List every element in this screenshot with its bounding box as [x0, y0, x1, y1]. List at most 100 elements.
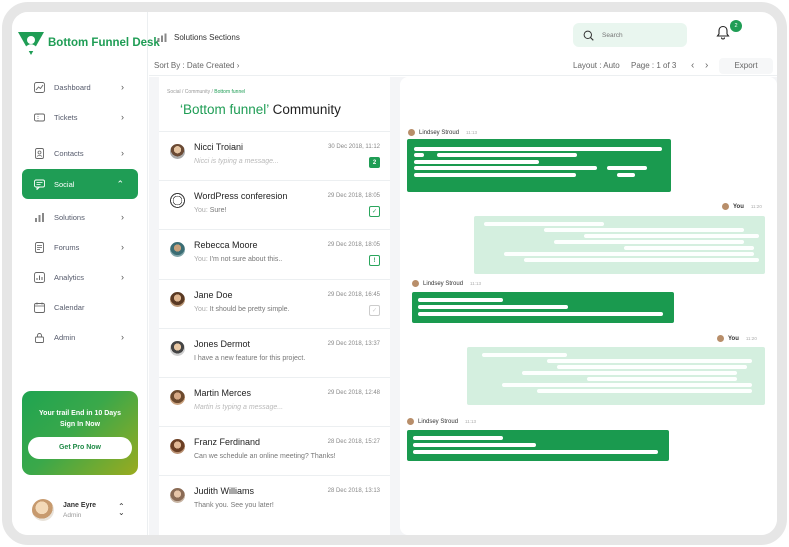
message-text: Thank you. See you later! — [194, 502, 274, 510]
conversation-row[interactable]: Martin Merces 29 Dec 2018, 12:48 Martin is… — [159, 376, 390, 426]
message-sender: You 11:20 — [717, 335, 757, 342]
message-sender: Lindsey Stroud 11:13 — [412, 280, 481, 287]
message-bubble — [467, 347, 765, 405]
search-box[interactable] — [573, 23, 687, 47]
breadcrumb-social[interactable]: Social — [167, 89, 181, 95]
conversation-date: 30 Dec 2018, 11:12 — [328, 144, 380, 150]
app-name: Bottom Funnel Desk — [48, 37, 160, 49]
message-time: 11:13 — [470, 281, 481, 286]
contacts-icon — [34, 147, 45, 159]
conversation-preview: You: I'm not sure about this.. — [194, 256, 282, 263]
chevron-up-icon: ⌃ — [116, 179, 124, 189]
chevron-right-icon: › — [121, 112, 124, 122]
message-text-line — [607, 166, 647, 170]
funnel-logo-icon — [18, 32, 44, 55]
sidebar-item-admin[interactable]: Admin › — [22, 322, 138, 352]
message-text: Can we schedule an online meeting? Thank… — [194, 453, 336, 461]
message-text-line — [413, 450, 658, 454]
sidebar-item-contacts[interactable]: Contacts › — [22, 138, 138, 168]
calendar-icon — [34, 302, 45, 313]
chevron-right-icon: › — [121, 148, 124, 158]
user-name: Jane Eyre — [63, 501, 97, 509]
sidebar-item-forums[interactable]: Forums › — [22, 232, 138, 262]
message-text-line — [624, 246, 754, 250]
chevron-right-icon: › — [121, 212, 124, 222]
message-text-line — [413, 436, 503, 440]
search-icon — [583, 30, 594, 41]
avatar — [722, 203, 729, 210]
sidebar-item-label: Solutions — [54, 212, 85, 222]
sidebar-item-solutions[interactable]: Solutions › — [22, 202, 138, 232]
sidebar-item-calendar[interactable]: Calendar — [22, 292, 138, 322]
sender-name: Lindsey Stroud — [418, 418, 459, 425]
breadcrumb: Social / Community / Bottom funnel — [167, 89, 246, 95]
conversation-preview: I have a new feature for this project. — [194, 355, 305, 362]
message-text-line — [557, 365, 747, 369]
promo-trial-text: Your trail End in 10 Days — [39, 410, 121, 417]
message-time: 11:20 — [745, 336, 757, 341]
sidebar-item-label: Admin — [54, 332, 76, 342]
sidebar-item-dashboard[interactable]: Dashboard › — [22, 72, 138, 102]
sidebar-item-label: Forums — [54, 242, 80, 252]
conversation-name: Jones Dermot — [194, 338, 251, 349]
community-heading: ‘Bottom funnel’ Community — [180, 102, 341, 117]
conversation-name: Rebecca Moore — [194, 240, 258, 251]
sidebar-item-social[interactable]: Social ⌃ — [22, 169, 138, 199]
conversation-row[interactable]: Rebecca Moore 29 Dec 2018, 18:05 You: I'm … — [159, 229, 390, 278]
notification-badge: 2 — [730, 20, 742, 32]
message-text-line — [414, 160, 539, 164]
message-text-line — [414, 147, 662, 151]
bell-icon[interactable] — [716, 25, 730, 40]
message-bubble — [407, 139, 671, 192]
sender-prefix: You: — [194, 256, 210, 264]
page-title: Solutions Sections — [174, 33, 240, 42]
get-pro-button[interactable]: Get Pro Now — [28, 437, 132, 459]
message-text-line — [554, 240, 744, 244]
user-profile[interactable]: Jane Eyre Admin — [32, 499, 96, 521]
promo-signin-text[interactable]: Sign In Now — [22, 419, 138, 430]
app-logo[interactable]: Bottom Funnel Desk — [17, 29, 160, 57]
next-page-icon[interactable]: › — [705, 60, 708, 71]
conversation-row[interactable]: Franz Ferdinand 28 Dec 2018, 15:27 Can we … — [159, 426, 390, 475]
sender-name: Lindsey Stroud — [419, 129, 460, 136]
chevron-right-icon: › — [121, 272, 124, 282]
avatar — [32, 499, 54, 521]
sidebar: Bottom Funnel Desk Dashboard › Tickets ›… — [12, 12, 160, 535]
message-text-line — [484, 222, 604, 226]
analytics-icon — [34, 271, 45, 283]
conversation-date: 29 Dec 2018, 16:45 — [327, 291, 380, 298]
toolbar: Sort By : Date Created › Layout : Auto P… — [149, 56, 777, 76]
export-button[interactable]: Export — [719, 58, 773, 74]
prev-page-icon[interactable]: ‹ — [691, 60, 694, 71]
conversation-date: 28 Dec 2018, 15:27 — [327, 439, 380, 446]
message-sender: You 11:20 — [722, 203, 762, 210]
layout-selector[interactable]: Layout : Auto — [573, 61, 620, 70]
avatar — [170, 144, 185, 159]
conversation-row[interactable]: Jane Doe 29 Dec 2018, 16:45 You: It should… — [159, 278, 390, 328]
conversation-row[interactable]: Jones Dermot 29 Dec 2018, 13:37 I have a n… — [159, 327, 390, 377]
message-text: Martin is typing a message... — [194, 403, 284, 411]
chevron-updown-icon[interactable]: ⌃ ⌄ — [118, 503, 125, 517]
conversation-date: 29 Dec 2018, 13:37 — [327, 340, 380, 347]
conversation-row[interactable]: Nicci Troiani 30 Dec 2018, 11:12 Nicci is … — [159, 131, 390, 180]
message-text-line — [547, 359, 752, 363]
forum-icon — [34, 241, 45, 253]
message-text-line — [418, 298, 503, 302]
device-frame: Bottom Funnel Desk Dashboard › Tickets ›… — [2, 2, 787, 545]
message-text-line — [504, 252, 754, 256]
conversation-row[interactable]: Judith Williams 28 Dec 2018, 13:13 Thank y… — [159, 475, 390, 524]
conversation-name: Nicci Troiani — [194, 142, 244, 152]
conversation-row[interactable]: WordPress conferesion 29 Dec 2018, 18:05 Y… — [159, 180, 390, 229]
conversation-name: Jane Doe — [194, 289, 233, 300]
conversation-name: Judith Williams — [194, 486, 255, 497]
search-input[interactable] — [602, 31, 672, 39]
lock-icon — [34, 332, 45, 343]
message-text: I have a new feature for this project. — [194, 354, 306, 362]
conversation-name: Martin Merces — [194, 387, 252, 398]
breadcrumb-community[interactable]: Community — [185, 89, 210, 95]
sidebar-item-analytics[interactable]: Analytics › — [22, 262, 138, 292]
sidebar-item-tickets[interactable]: Tickets › — [22, 102, 138, 132]
conversation-date: 29 Dec 2018, 18:05 — [327, 193, 380, 200]
sort-dropdown[interactable]: Sort By : Date Created › — [154, 61, 239, 70]
sidebar-item-label: Dashboard — [54, 82, 91, 92]
